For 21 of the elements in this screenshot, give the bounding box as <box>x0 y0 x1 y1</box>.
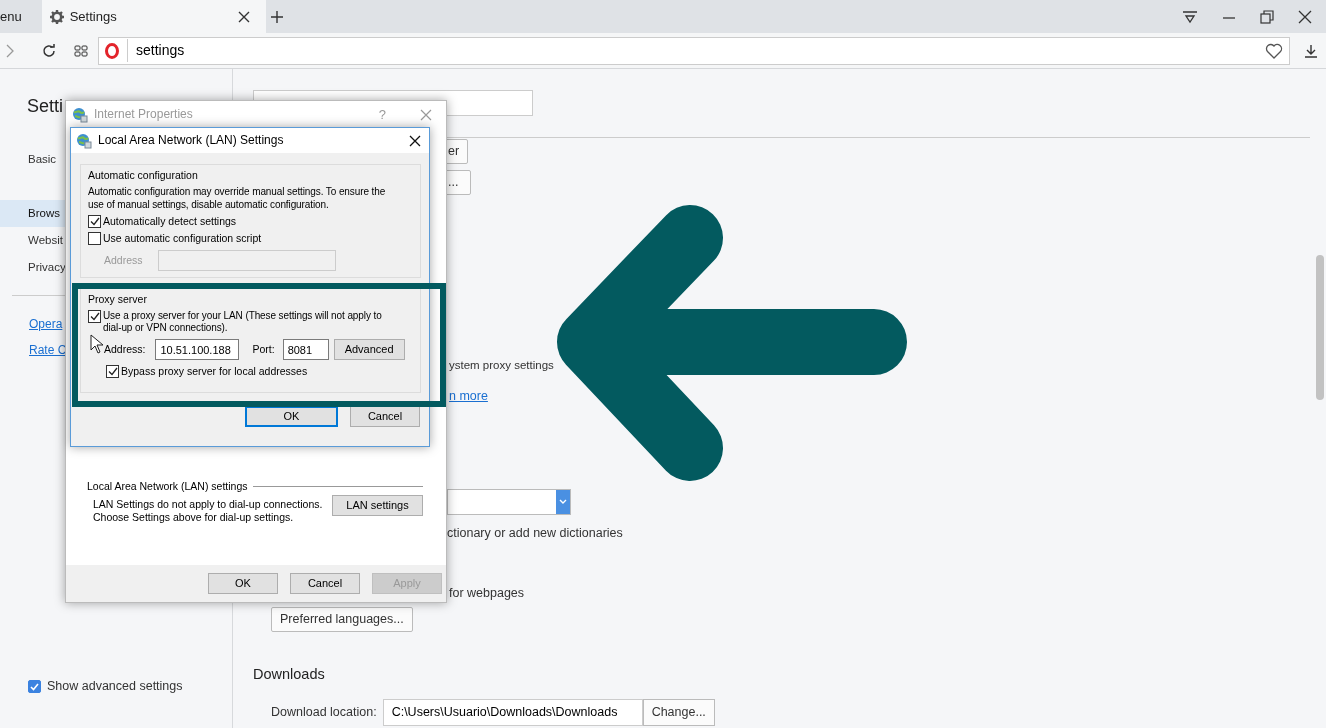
field-label: Download location: <box>271 703 377 721</box>
description-text: Automatic configuration may override manual settings. To ensure the use of manual settings, disable automatic configuration. <box>88 185 387 211</box>
page-title: Setti <box>27 96 64 116</box>
section-heading: Downloads <box>253 664 326 684</box>
field-label: Address <box>104 254 144 267</box>
checkbox-label: Use a proxy server for your LAN (These settings will not apply to dial-up or VPN connections). <box>103 310 382 334</box>
setting-text: ctionary or add new dictionaries <box>447 525 623 543</box>
dialog-title: Internet Properties <box>94 108 193 121</box>
checkbox-label: Automatically detect settings <box>103 215 237 228</box>
checkbox-label: Bypass proxy server for local addresses <box>121 365 308 378</box>
setting-text: ystem proxy settings <box>449 358 554 373</box>
field-label: Address: <box>104 343 146 356</box>
group-title: Automatic configuration <box>88 169 199 182</box>
field-label: Port: <box>252 343 275 356</box>
checkbox-label: Show advanced settings <box>47 678 183 696</box>
checkbox-label: Use automatic configuration script <box>103 232 262 245</box>
setting-text: for webpages <box>449 585 525 602</box>
group-title: Proxy server <box>88 293 148 306</box>
group-title: Local Area Network (LAN) settings <box>87 480 248 493</box>
description-text: LAN Settings do not apply to dial-up connections. Choose Settings above for dial-up settings. <box>93 498 323 524</box>
dialog-title: Local Area Network (LAN) Settings <box>98 134 284 147</box>
